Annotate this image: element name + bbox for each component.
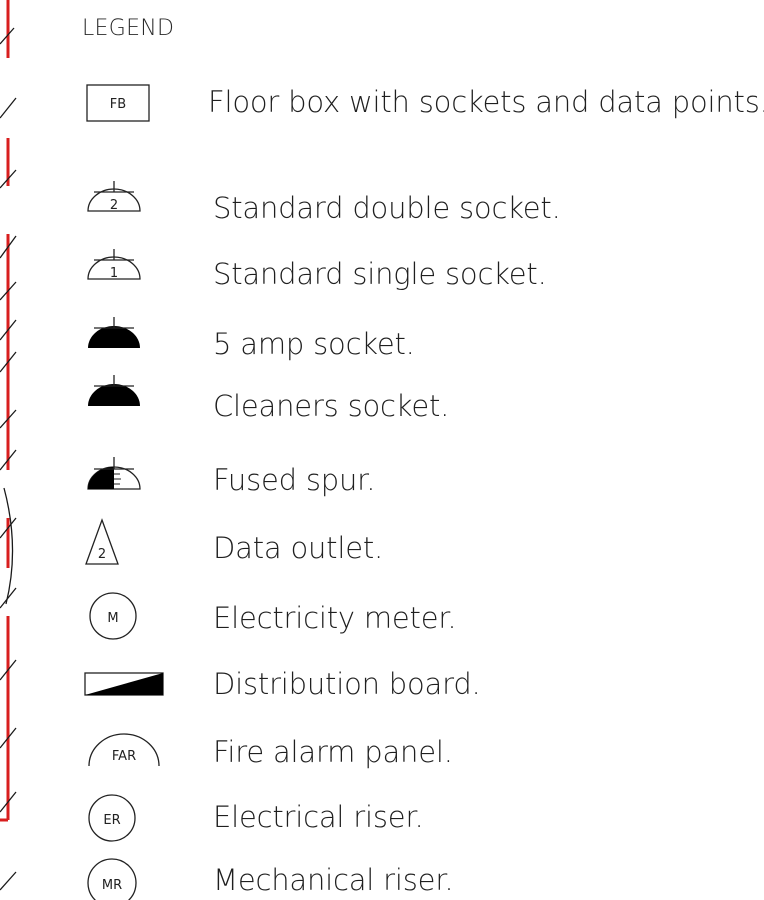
five-amp-socket-icon	[88, 317, 140, 348]
data-outlet-icon: 2	[85, 518, 119, 565]
legend-title: LEGEND	[82, 16, 175, 41]
fused-spur-icon	[87, 457, 141, 490]
plan-margin-fragment	[0, 0, 17, 891]
mechanical-riser-icon: MR	[87, 858, 137, 900]
single-socket-symbol-text: 1	[110, 266, 118, 281]
legend-label-single-socket: Standard single socket.	[213, 257, 547, 291]
electricity-meter-symbol-text: M	[107, 611, 118, 626]
double-socket-symbol-text: 2	[110, 198, 118, 213]
electrical-riser-icon: ER	[88, 794, 136, 842]
door-tick	[0, 871, 17, 891]
data-outlet-symbol-text: 2	[98, 547, 106, 562]
floor-box-symbol-text: FB	[110, 97, 126, 112]
legend-label-five-amp-socket: 5 amp socket.	[213, 327, 415, 361]
legend-label-data-outlet: Data outlet.	[213, 531, 384, 565]
single-socket-icon: 1	[87, 249, 141, 281]
door-tick	[0, 97, 17, 119]
floor-box-icon: FB	[86, 84, 150, 122]
legend-label-fused-spur: Fused spur.	[213, 463, 376, 497]
fire-alarm-panel-symbol-text: FAR	[112, 749, 136, 764]
legend-label-fire-alarm-panel: Fire alarm panel.	[213, 735, 453, 769]
cleaners-socket-icon	[88, 375, 140, 406]
legend-label-distribution-board: Distribution board.	[213, 667, 481, 701]
legend-label-cleaners-socket: Cleaners socket.	[213, 389, 450, 423]
legend-label-mechanical-riser: Mechanical riser.	[213, 863, 454, 897]
legend-label-double-socket: Standard double socket.	[213, 191, 561, 225]
electrical-riser-symbol-text: ER	[103, 813, 120, 828]
legend-label-floor-box: Floor box with sockets and data points.	[208, 85, 764, 119]
double-socket-icon: 2	[87, 181, 141, 213]
electricity-meter-icon: M	[89, 592, 137, 640]
legend-label-electrical-riser: Electrical riser.	[213, 800, 424, 834]
distribution-board-icon	[84, 672, 164, 696]
mechanical-riser-symbol-text: MR	[102, 878, 122, 893]
legend-label-electricity-meter: Electricity meter.	[213, 601, 457, 635]
fire-alarm-panel-icon: FAR	[88, 733, 160, 767]
